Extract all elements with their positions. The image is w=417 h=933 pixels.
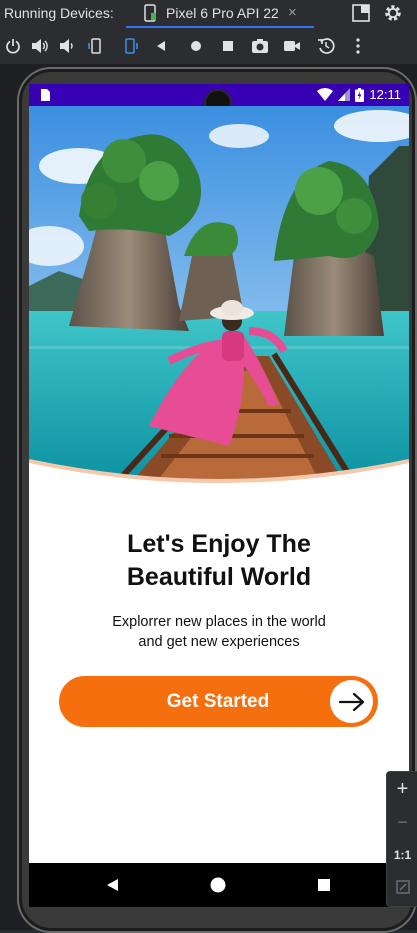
rotate-right-icon[interactable]: [121, 37, 139, 55]
screenshot-icon[interactable]: [251, 37, 269, 55]
battery-icon: [355, 87, 365, 102]
phone-icon: [144, 4, 156, 22]
clock-time: 12:11: [369, 87, 401, 102]
zoom-actual-size-button[interactable]: 1:1: [387, 848, 417, 862]
nav-recents-icon[interactable]: [315, 876, 333, 894]
title-line-2: Beautiful World: [126, 563, 312, 591]
get-started-button[interactable]: Get Started: [59, 676, 378, 727]
android-nav-bar: [29, 863, 409, 907]
overview-icon[interactable]: [219, 37, 237, 55]
zoom-out-button[interactable]: −: [387, 812, 417, 833]
settings-gear-icon[interactable]: [383, 3, 403, 23]
close-tab-icon[interactable]: ×: [288, 4, 297, 21]
subtitle-line-2: and get new experiences: [138, 634, 300, 650]
zoom-panel: + − 1:1: [386, 771, 417, 907]
device-tab-label: Pixel 6 Pro API 22: [166, 5, 279, 21]
reset-icon[interactable]: [317, 37, 335, 55]
subtitle-line-1: Explorrer new places in the world: [112, 614, 326, 630]
screen-record-icon[interactable]: [283, 37, 301, 55]
home-icon[interactable]: [187, 37, 205, 55]
wifi-icon: [317, 88, 334, 101]
power-icon[interactable]: [4, 37, 22, 55]
status-bar: 12:11: [29, 84, 409, 115]
zoom-fit-icon[interactable]: [387, 879, 417, 900]
zoom-in-button[interactable]: +: [387, 778, 417, 801]
more-options-icon[interactable]: [349, 37, 367, 55]
running-devices-title: Running Devices:: [4, 5, 114, 21]
volume-down-icon[interactable]: [58, 37, 76, 55]
phone-screen[interactable]: 12:11 Let's Enjoy The Beautiful World Ex…: [29, 84, 409, 907]
onboarding-title: Let's Enjoy The Beautiful World: [29, 528, 409, 594]
notification-icon: [41, 89, 50, 101]
hero-travel-image: [29, 106, 409, 483]
ide-tab-bar: Running Devices: Pixel 6 Pro API 22 ×: [0, 0, 417, 28]
arrow-right-icon[interactable]: [330, 680, 373, 723]
window-layout-icon[interactable]: [351, 3, 371, 23]
onboarding-subtitle: Explorrer new places in the world and ge…: [29, 612, 409, 652]
device-tab[interactable]: Pixel 6 Pro API 22 ×: [126, 0, 314, 28]
title-line-1: Let's Enjoy The: [127, 530, 311, 558]
device-toolbar: [0, 28, 417, 65]
signal-icon: [338, 88, 351, 101]
nav-back-icon[interactable]: [103, 876, 121, 894]
back-icon[interactable]: [152, 37, 170, 55]
nav-home-icon[interactable]: [209, 876, 227, 894]
volume-up-icon[interactable]: [31, 37, 49, 55]
rotate-left-icon[interactable]: [87, 37, 105, 55]
